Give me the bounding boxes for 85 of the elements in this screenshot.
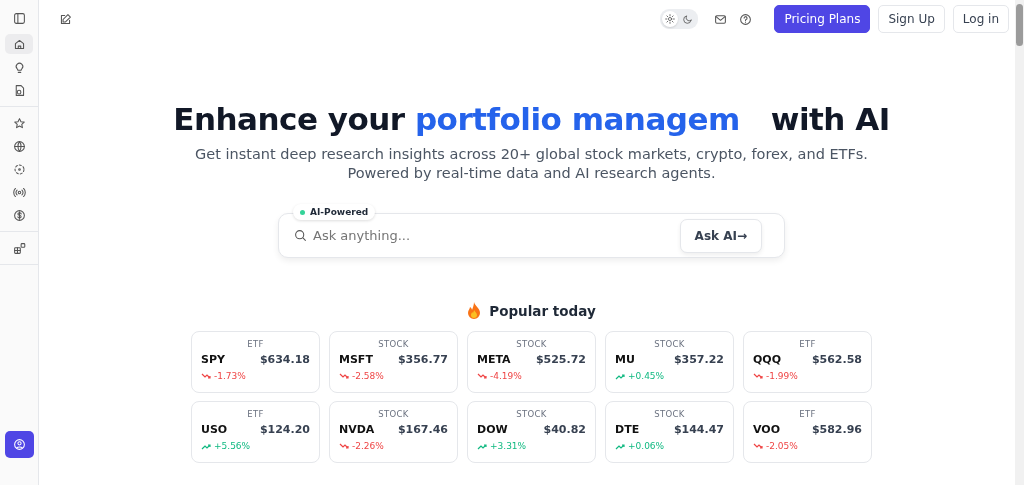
- trend-up-icon: [201, 442, 211, 450]
- asset-type: STOCK: [516, 409, 547, 419]
- trend-up-icon: [615, 442, 625, 450]
- price: $144.47: [673, 423, 724, 436]
- asset-type: STOCK: [654, 339, 685, 349]
- home-icon: [12, 37, 26, 51]
- hero-title: Enhance your portfolio managem with AI: [173, 101, 890, 137]
- price-change: +5.56%: [214, 441, 251, 451]
- stock-card[interactable]: ETF QQQ $562.58 -1.99%: [743, 331, 872, 393]
- price: $562.58: [811, 353, 862, 366]
- price-change: -1.73%: [214, 371, 246, 381]
- pricing-button[interactable]: Pricing Plans: [774, 5, 871, 33]
- price: $582.96: [811, 423, 862, 436]
- ai-powered-badge: AI-Powered: [293, 204, 376, 220]
- dashed-circle-icon: [12, 162, 26, 176]
- stock-card[interactable]: STOCK MU $357.22 +0.45%: [605, 331, 734, 393]
- ticker-symbol: MSFT: [339, 353, 373, 366]
- stock-card[interactable]: ETF USO $124.20 +5.56%: [191, 401, 320, 463]
- price: $525.72: [535, 353, 586, 366]
- asset-type: ETF: [799, 409, 816, 419]
- auth-button[interactable]: Log in: [952, 5, 1009, 33]
- theme-toggle[interactable]: [660, 9, 699, 29]
- dollar-icon: [12, 208, 26, 222]
- stock-card[interactable]: STOCK META $525.72 -4.19%: [467, 331, 596, 393]
- stock-card[interactable]: STOCK DTE $144.47 +0.06%: [605, 401, 734, 463]
- asset-type: STOCK: [654, 409, 685, 419]
- stock-card[interactable]: STOCK MSFT $356.77 -2.58%: [329, 331, 458, 393]
- price: $356.77: [397, 353, 448, 366]
- auth-button[interactable]: Sign Up: [878, 5, 945, 33]
- trend-down-icon: [753, 372, 763, 380]
- search-icon: [294, 229, 307, 242]
- stock-card[interactable]: STOCK DOW $40.82 +3.31%: [467, 401, 596, 463]
- price-change: +0.06%: [628, 441, 665, 451]
- trend-down-icon: [477, 372, 487, 380]
- price-change: -2.58%: [352, 371, 384, 381]
- price-change: -1.99%: [766, 371, 798, 381]
- price-change: +0.45%: [628, 371, 665, 381]
- price-change: -2.26%: [352, 441, 384, 451]
- ticker-symbol: NVDA: [339, 423, 375, 436]
- trend-up-icon: [615, 372, 625, 380]
- price: $357.22: [673, 353, 724, 366]
- ticker-symbol: SPY: [201, 353, 225, 366]
- globe-icon: [12, 139, 26, 153]
- asset-type: STOCK: [378, 409, 409, 419]
- asset-type: ETF: [799, 339, 816, 349]
- hero-subtitle: Powered by real-time data and AI research agents.: [347, 164, 716, 183]
- ticker-symbol: VOO: [753, 423, 781, 436]
- apps-icon: [12, 241, 26, 255]
- trend-up-icon: [477, 442, 487, 450]
- price: $167.46: [397, 423, 448, 436]
- ticker-symbol: MU: [615, 353, 635, 366]
- ticker-symbol: DOW: [477, 423, 508, 436]
- price-change: -4.19%: [490, 371, 522, 381]
- trend-down-icon: [339, 442, 349, 450]
- price: $40.82: [543, 423, 586, 436]
- trend-down-icon: [339, 372, 349, 380]
- ticker-symbol: QQQ: [753, 353, 782, 366]
- trend-down-icon: [753, 442, 763, 450]
- star-icon: [12, 116, 26, 130]
- ticker-symbol: USO: [201, 423, 228, 436]
- sun-icon[interactable]: [662, 11, 679, 27]
- price-change: -2.05%: [766, 441, 798, 451]
- price: $124.20: [259, 423, 310, 436]
- ask-ai-button[interactable]: Ask AI→: [679, 218, 762, 253]
- user-icon: [12, 438, 26, 451]
- price-change: +3.31%: [490, 441, 527, 451]
- price: $634.18: [259, 353, 310, 366]
- hero-subtitle: Get instant deep research insights across 20+ global stock markets, crypto, forex, and ETFs.: [195, 145, 868, 164]
- lightbulb-icon: [12, 60, 26, 74]
- broadcast-icon: [12, 185, 26, 199]
- asset-type: ETF: [247, 339, 264, 349]
- ticker-symbol: META: [477, 353, 511, 366]
- stock-card[interactable]: ETF SPY $634.18 -1.73%: [191, 331, 320, 393]
- section-title: Popular today: [489, 302, 596, 319]
- asset-type: STOCK: [516, 339, 547, 349]
- asset-type: ETF: [247, 409, 264, 419]
- stock-card[interactable]: STOCK NVDA $167.46 -2.26%: [329, 401, 458, 463]
- fire-icon: [467, 302, 482, 319]
- ticker-symbol: DTE: [615, 423, 640, 436]
- scrollbar[interactable]: [1015, 0, 1024, 485]
- asset-type: STOCK: [378, 339, 409, 349]
- sidebar-item[interactable]: [5, 34, 33, 54]
- user-profile-button[interactable]: [4, 431, 34, 458]
- stock-card[interactable]: ETF VOO $582.96 -2.05%: [743, 401, 872, 463]
- trend-down-icon: [201, 372, 211, 380]
